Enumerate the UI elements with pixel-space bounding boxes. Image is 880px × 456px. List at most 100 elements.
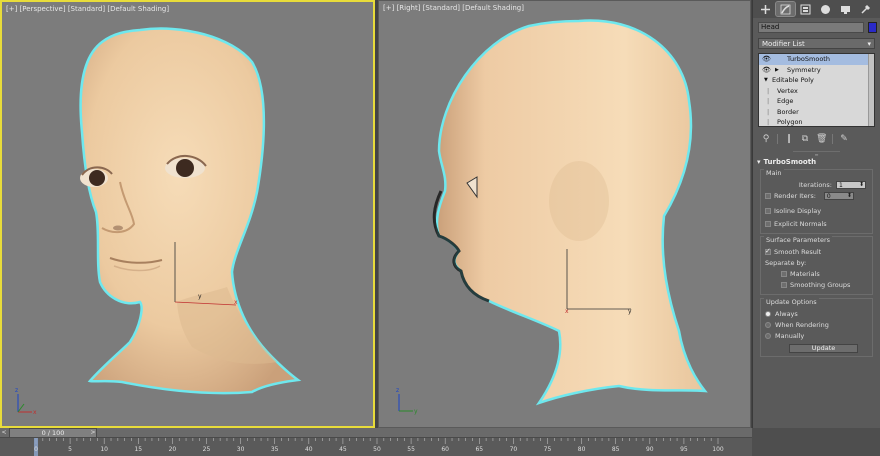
object-color-swatch[interactable] — [868, 22, 877, 33]
collapse-arrow-icon: ▾ — [757, 158, 761, 166]
smoothing-groups-checkbox[interactable] — [781, 281, 787, 288]
rollout-divider: ▬ — [793, 151, 840, 157]
track-tick-label: 100 — [712, 446, 724, 453]
svg-text:y: y — [628, 308, 632, 315]
update-button[interactable]: Update — [789, 344, 858, 353]
show-end-result-icon[interactable]: ❙ — [784, 134, 794, 144]
command-panel: Head Modifier List ▾ 👁 TurboSmooth 👁 ▶ S… — [752, 0, 880, 428]
stack-item-vertex[interactable]: | Vertex — [759, 86, 874, 97]
stack-item-edge[interactable]: | Edge — [759, 96, 874, 107]
track-tick-label: 25 — [202, 446, 211, 453]
track-tick-label: 0 — [34, 446, 38, 453]
track-tick-label: 45 — [339, 446, 347, 453]
stack-item-border[interactable]: | Border — [759, 107, 874, 118]
explicit-normals-row: Explicit Normals — [765, 218, 868, 229]
perspective-viewport[interactable]: [+] [Perspective] [Standard] [Default Sh… — [0, 0, 375, 428]
pin-stack-icon[interactable]: ⚲ — [761, 134, 771, 144]
explicit-normals-checkbox[interactable] — [765, 220, 771, 227]
time-slider-thumb[interactable]: 0 / 100 — [9, 428, 97, 438]
update-options-group: Update Options Always When Rendering Man… — [760, 298, 873, 357]
track-tick-label: 10 — [100, 446, 109, 453]
object-name-field[interactable]: Head — [758, 22, 864, 33]
surface-parameters-group: Surface Parameters Smooth Result Separat… — [760, 236, 873, 295]
create-icon — [761, 4, 770, 14]
display-tab[interactable] — [836, 2, 855, 16]
svg-text:x: x — [234, 299, 238, 306]
utilities-icon — [861, 4, 871, 14]
track-tick-label: 50 — [373, 446, 381, 453]
configure-modifier-sets-icon[interactable]: ✎ — [839, 134, 849, 144]
modify-tab[interactable] — [775, 1, 796, 17]
head-model-side[interactable]: x y z y — [379, 1, 750, 427]
svg-text:y: y — [414, 408, 418, 415]
eye-icon[interactable]: 👁 — [762, 54, 771, 65]
svg-text:z: z — [396, 387, 399, 394]
object-name-row: Head — [753, 18, 880, 36]
render-iters-row: Render Iters: 0 — [765, 190, 868, 201]
track-tick-label: 75 — [543, 446, 552, 453]
stack-toolbar: ⚲ ❙ ⧉ 🗑 ✎ — [753, 127, 880, 145]
motion-tab[interactable] — [816, 2, 835, 16]
track-tick-label: 95 — [680, 446, 688, 453]
command-panel-tabs — [753, 0, 880, 18]
track-tick-label: 5 — [68, 446, 73, 453]
when-rendering-row: When Rendering — [765, 319, 868, 330]
track-tick-label: 80 — [577, 446, 586, 453]
create-tab[interactable] — [756, 2, 775, 16]
track-tick-label: 55 — [407, 446, 415, 453]
track-tick-label: 85 — [611, 446, 620, 453]
track-tick-label: 30 — [236, 446, 245, 453]
track-tick-label: 40 — [304, 446, 313, 453]
modifier-list-label: Modifier List — [762, 39, 805, 48]
stack-item-editable-poly[interactable]: ▼ Editable Poly — [759, 75, 874, 86]
materials-checkbox[interactable] — [781, 270, 787, 277]
track-tick-label: 65 — [475, 446, 484, 453]
head-model-front[interactable]: y x z x — [2, 2, 373, 426]
eye-icon[interactable]: 👁 — [762, 65, 771, 76]
make-unique-icon[interactable]: ⧉ — [800, 134, 810, 144]
expand-arrow-icon[interactable]: ▶ — [775, 65, 779, 76]
display-icon — [841, 5, 850, 14]
stack-item-turbosmooth[interactable]: 👁 TurboSmooth — [759, 54, 874, 65]
isoline-row: Isoline Display — [765, 205, 868, 216]
render-iters-spinner[interactable]: 0 — [823, 191, 854, 200]
smooth-result-checkbox[interactable] — [765, 247, 771, 255]
modifier-list-dropdown[interactable]: Modifier List ▾ — [758, 38, 875, 49]
hierarchy-tab[interactable] — [796, 2, 815, 16]
prev-frame-button[interactable]: < — [0, 428, 8, 438]
right-viewport[interactable]: [+] [Right] [Standard] [Default Shading]… — [378, 0, 751, 428]
iterations-spinner[interactable]: 1 — [836, 180, 866, 189]
track-tick-label: 20 — [168, 446, 177, 453]
track-tick-label: 15 — [134, 446, 143, 453]
svg-text:x: x — [33, 409, 37, 416]
modifier-stack[interactable]: 👁 TurboSmooth 👁 ▶ Symmetry ▼ Editable Po… — [758, 53, 875, 127]
smooth-result-row: Smooth Result — [765, 246, 868, 257]
separate-by-label: Separate by: — [765, 258, 807, 267]
next-frame-button[interactable]: > — [89, 428, 97, 438]
collapse-arrow-icon[interactable]: ▼ — [764, 75, 768, 86]
time-slider-bar[interactable]: < 0 / 100 > — [0, 428, 752, 438]
track-bar[interactable]: 0 5 10 15 20 25 30 35 40 45 50 55 60 65 70 75 80 85 90 95 10… — [0, 438, 752, 456]
rollout-header-turbosmooth[interactable]: ▾ TurboSmooth — [757, 157, 876, 167]
when-rendering-radio[interactable] — [765, 321, 771, 328]
stack-item-symmetry[interactable]: 👁 ▶ Symmetry — [759, 65, 874, 76]
svg-text:x: x — [565, 308, 569, 315]
remove-modifier-icon[interactable]: 🗑 — [816, 134, 827, 144]
manually-radio[interactable] — [765, 332, 771, 339]
smoothing-groups-row: Smoothing Groups — [765, 279, 868, 290]
track-tick-label: 60 — [441, 446, 450, 453]
svg-text:y: y — [198, 293, 202, 300]
isoline-display-checkbox[interactable] — [765, 207, 771, 214]
stack-item-polygon[interactable]: | Polygon — [759, 117, 874, 128]
render-iters-checkbox[interactable] — [765, 192, 771, 199]
motion-icon — [821, 4, 830, 14]
materials-row: Materials — [765, 268, 868, 279]
stack-scrollbar[interactable] — [868, 54, 874, 126]
chevron-down-icon: ▾ — [867, 39, 871, 48]
always-row: Always — [765, 308, 868, 319]
track-tick-label: 90 — [645, 446, 654, 453]
utilities-tab[interactable] — [856, 2, 875, 16]
status-corner — [752, 428, 880, 456]
always-radio[interactable] — [765, 310, 771, 317]
hierarchy-icon — [800, 4, 811, 14]
